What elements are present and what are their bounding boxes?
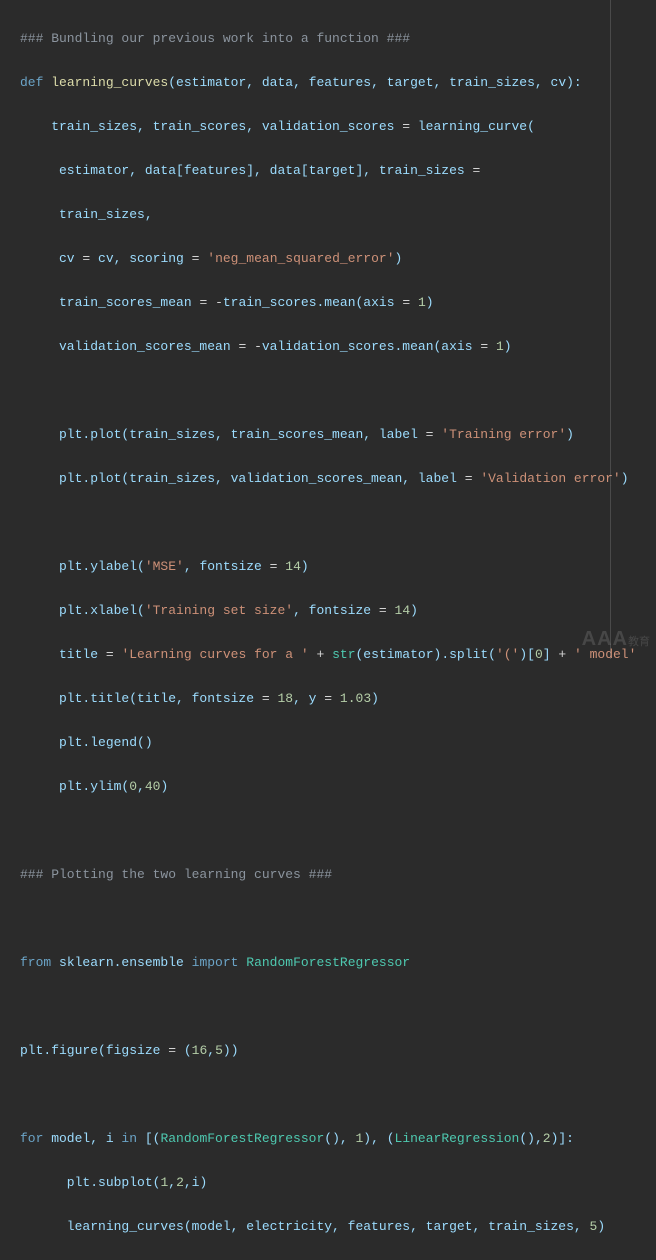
comment: ### Bundling our previous work into a fu…: [20, 31, 410, 46]
func-name: learning_curves: [51, 75, 168, 90]
kw-def: def: [20, 75, 43, 90]
comment: ### Plotting the two learning curves ###: [20, 867, 332, 882]
code-block: ### Bundling our previous work into a fu…: [0, 0, 656, 1260]
params: (estimator, data, features, target, trai…: [168, 75, 581, 90]
ruler-line: [610, 0, 611, 659]
